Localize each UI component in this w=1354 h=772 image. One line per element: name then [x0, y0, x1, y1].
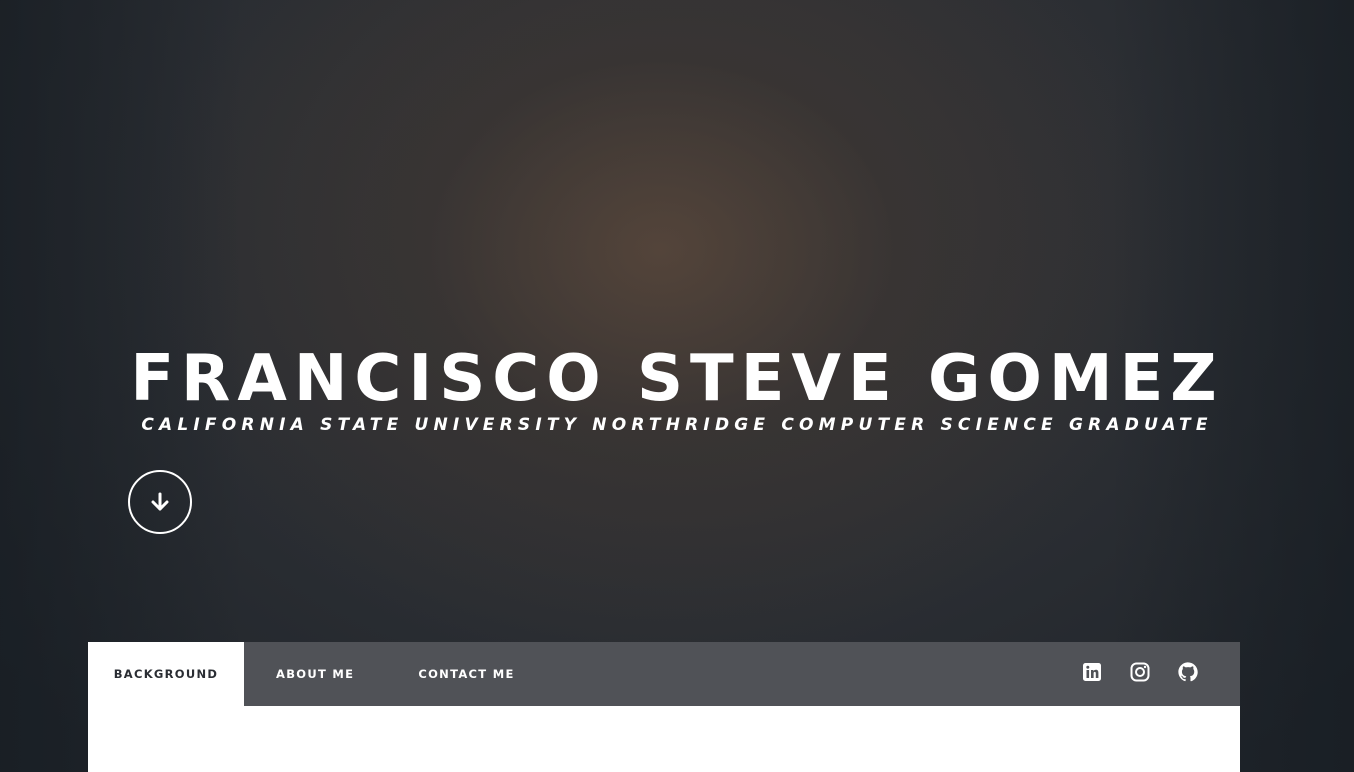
content-panel: [88, 706, 1240, 772]
instagram-link[interactable]: [1128, 662, 1152, 686]
github-link[interactable]: [1176, 662, 1200, 686]
tab-background-label: BACKGROUND: [113, 667, 219, 681]
linkedin-link[interactable]: [1080, 662, 1104, 686]
social-links: [1056, 642, 1240, 706]
tab-about-me[interactable]: ABOUT ME: [244, 642, 386, 706]
github-icon: [1177, 661, 1199, 687]
tab-contact-me-label: CONTACT ME: [418, 667, 515, 681]
scroll-down-button[interactable]: [128, 470, 192, 534]
instagram-icon: [1130, 662, 1150, 686]
tab-contact-me[interactable]: CONTACT ME: [386, 642, 546, 706]
hero-name-title: FRANCISCO STEVE GOMEZ: [130, 342, 1224, 416]
tab-background[interactable]: BACKGROUND: [88, 642, 244, 706]
arrow-down-icon: [150, 492, 170, 512]
tab-about-me-label: ABOUT ME: [276, 667, 355, 681]
hero-tagline: CALIFORNIA STATE UNIVERSITY NORTHRIDGE C…: [141, 415, 1213, 435]
linkedin-icon: [1082, 662, 1102, 686]
main-nav: BACKGROUND ABOUT ME CONTACT ME: [88, 642, 1240, 706]
